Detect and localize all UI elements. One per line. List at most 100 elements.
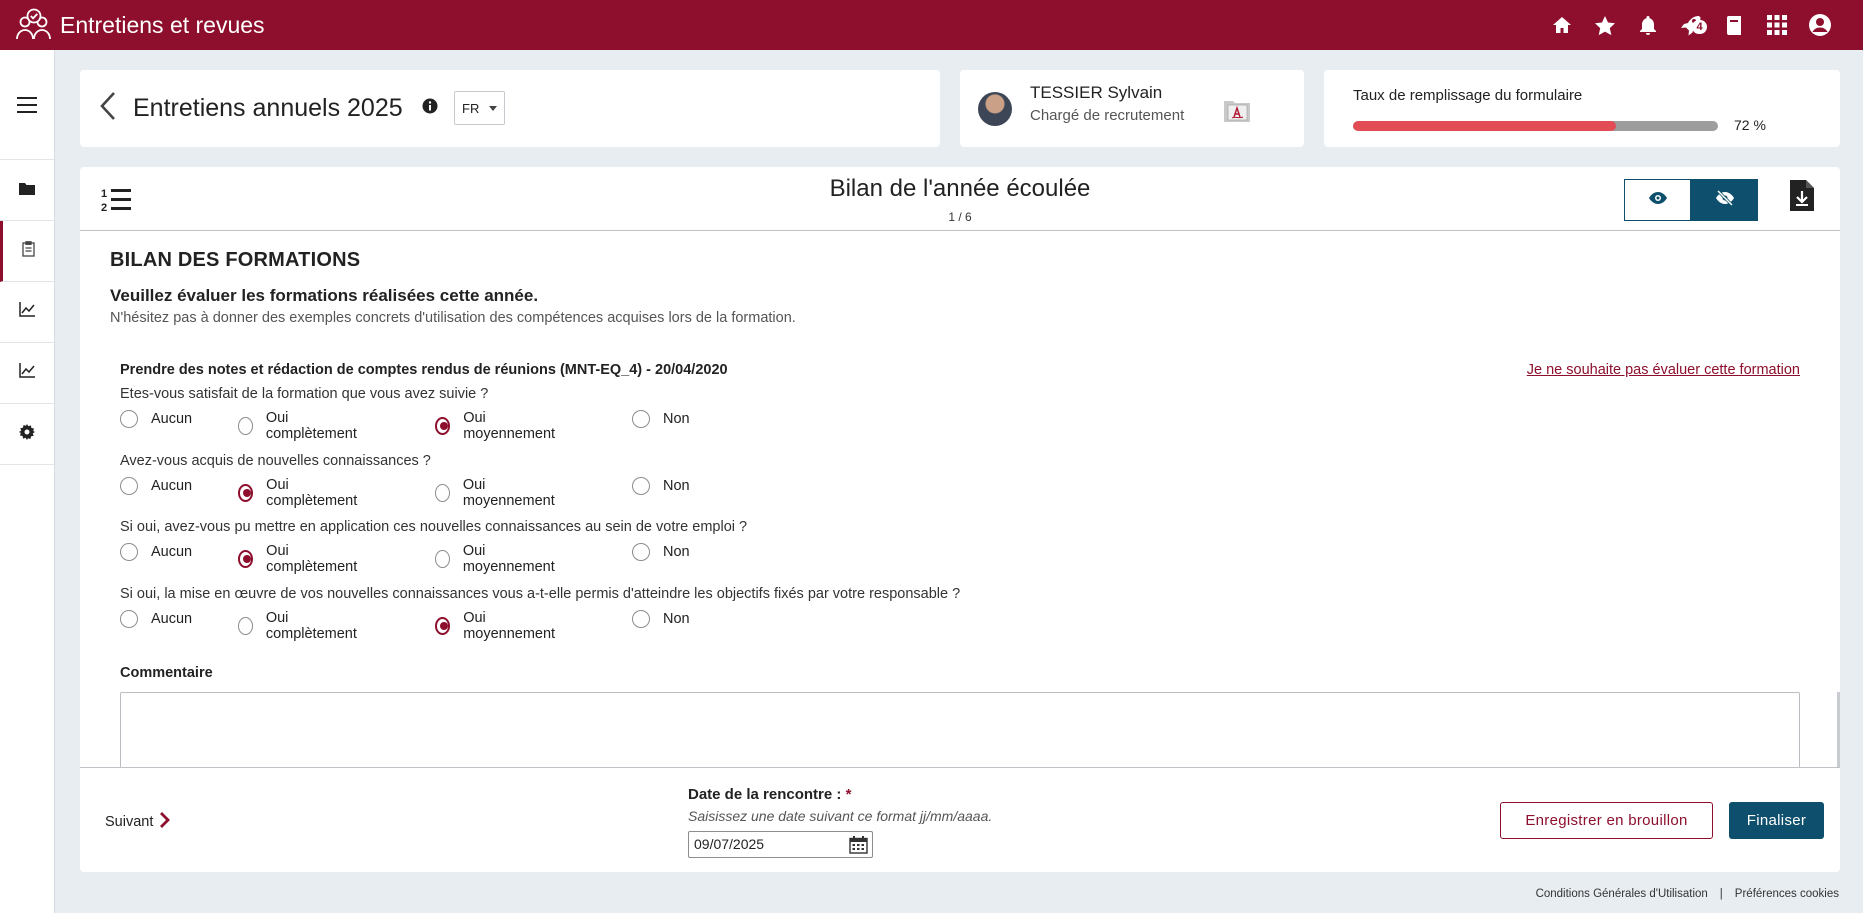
radio-option[interactable]: Oui moyennement: [435, 477, 558, 509]
radio-option[interactable]: Aucun: [120, 543, 192, 561]
radio-button[interactable]: [120, 477, 138, 495]
chart-icon: [19, 363, 35, 383]
apps-grid-icon[interactable]: [1755, 0, 1798, 50]
radio-label: Non: [663, 544, 690, 560]
radio-button[interactable]: [632, 477, 650, 495]
employee-role: Chargé de recrutement: [1030, 107, 1185, 124]
radio-label: Oui complètement: [266, 543, 358, 575]
radio-label: Oui moyennement: [463, 610, 556, 642]
radio-option[interactable]: Aucun: [120, 410, 192, 428]
language-select[interactable]: FR: [454, 91, 505, 125]
hide-view-button[interactable]: [1691, 179, 1758, 221]
sidebar-item-reports[interactable]: [0, 343, 54, 404]
progress-label: Taux de remplissage du formulaire: [1353, 87, 1583, 104]
terms-link[interactable]: Conditions Générales d'Utilisation: [1536, 888, 1708, 900]
bell-icon[interactable]: [1626, 0, 1669, 50]
meeting-date-input[interactable]: 09/07/2025: [688, 831, 873, 858]
radio-button[interactable]: [435, 617, 451, 635]
menu-icon[interactable]: [0, 50, 54, 160]
progress-value: 72 %: [1734, 117, 1766, 133]
radio-option[interactable]: Aucun: [120, 610, 192, 628]
app-title: Entretiens et revues: [60, 11, 265, 38]
required-marker: *: [845, 786, 852, 803]
form-panel: 1 2 Bilan de l'année écoulée 1 / 6 BILAN…: [80, 167, 1840, 872]
radio-label: Oui moyennement: [462, 477, 555, 509]
radio-option[interactable]: Oui moyennement: [435, 410, 558, 442]
interview-title-card: Entretiens annuels 2025 FR: [80, 70, 940, 147]
radio-option[interactable]: Oui complètement: [238, 543, 360, 575]
employee-name: TESSIER Sylvain: [1030, 83, 1163, 102]
radio-option[interactable]: Aucun: [120, 477, 192, 495]
show-view-button[interactable]: [1624, 179, 1691, 221]
radio-button[interactable]: [238, 484, 254, 502]
app-logo-icon[interactable]: [12, 5, 56, 45]
radio-button[interactable]: [238, 617, 253, 635]
block-title: BILAN DES FORMATIONS: [110, 249, 361, 271]
home-icon[interactable]: [1540, 0, 1583, 50]
sidebar-item-form[interactable]: [0, 221, 54, 282]
save-draft-button[interactable]: Enregistrer en brouillon: [1500, 802, 1713, 839]
radio-button[interactable]: [435, 417, 451, 435]
employee-card: TESSIER Sylvain Chargé de recrutement: [960, 70, 1304, 147]
radio-button[interactable]: [120, 610, 138, 628]
radio-label: Aucun: [151, 478, 193, 494]
radio-label: Oui moyennement: [463, 410, 556, 442]
radio-option[interactable]: Oui complètement: [238, 410, 360, 442]
form-progress-card: Taux de remplissage du formulaire 72 %: [1324, 70, 1840, 147]
radio-button[interactable]: [120, 410, 138, 428]
radio-button[interactable]: [120, 543, 138, 561]
comment-textarea[interactable]: [120, 692, 1800, 767]
clipboard-icon: [22, 240, 35, 262]
radio-button[interactable]: [435, 550, 450, 568]
progress-fill: [1353, 121, 1616, 131]
back-button[interactable]: [94, 90, 122, 126]
radio-option[interactable]: Non: [632, 543, 690, 561]
question-text: Si oui, la mise en œuvre de vos nouvelle…: [120, 586, 961, 602]
chevron-down-icon: [489, 106, 497, 111]
radio-option[interactable]: Oui complètement: [238, 477, 360, 509]
eye-icon: [1648, 191, 1667, 209]
radio-button[interactable]: [632, 410, 650, 428]
radio-option[interactable]: Non: [632, 410, 690, 428]
radio-button[interactable]: [238, 550, 254, 568]
separator: |: [1719, 888, 1723, 900]
section-header: 1 2 Bilan de l'année écoulée 1 / 6: [80, 167, 1840, 231]
top-bar: Entretiens et revues 4: [0, 0, 1863, 50]
radio-option[interactable]: Oui moyennement: [435, 543, 558, 575]
rocket-icon[interactable]: 4: [1669, 0, 1712, 50]
radio-label: Oui complètement: [265, 410, 357, 442]
finalize-button[interactable]: Finaliser: [1729, 802, 1824, 839]
form-content[interactable]: BILAN DES FORMATIONS Veuillez évaluer le…: [80, 232, 1840, 767]
calendar-icon[interactable]: [849, 836, 868, 862]
radio-button[interactable]: [632, 543, 650, 561]
cookie-preferences-link[interactable]: Préférences cookies: [1735, 888, 1839, 900]
sidebar-item-settings[interactable]: [0, 404, 54, 465]
radio-option[interactable]: Oui complètement: [238, 610, 360, 642]
next-button[interactable]: Suivant: [105, 811, 171, 833]
radio-label: Aucun: [151, 611, 193, 627]
chevron-right-icon: [153, 811, 171, 833]
radio-option[interactable]: Oui moyennement: [435, 610, 558, 642]
avatar: [978, 92, 1012, 126]
sidebar-item-stats[interactable]: [0, 282, 54, 343]
meeting-date-label: Date de la rencontre : *: [688, 786, 851, 803]
progress-bar: [1353, 121, 1718, 131]
radio-option[interactable]: Non: [632, 610, 690, 628]
next-label: Suivant: [105, 814, 154, 830]
question-text: Avez-vous acquis de nouvelles connaissan…: [120, 453, 431, 469]
info-icon[interactable]: [422, 98, 438, 119]
radio-button[interactable]: [435, 484, 450, 502]
form-footer: Suivant Date de la rencontre : * Saisiss…: [80, 767, 1840, 872]
download-document-icon[interactable]: [1790, 180, 1814, 216]
sidebar-item-folder[interactable]: [0, 160, 54, 221]
eye-slash-icon: [1715, 189, 1735, 211]
user-circle-icon[interactable]: [1798, 0, 1841, 50]
radio-button[interactable]: [238, 417, 253, 435]
skip-evaluation-link[interactable]: Je ne souhaite pas évaluer cette formati…: [1527, 362, 1800, 378]
scrollbar[interactable]: [1837, 692, 1840, 767]
radio-option[interactable]: Non: [632, 477, 690, 495]
star-icon[interactable]: [1583, 0, 1626, 50]
book-icon[interactable]: [1712, 0, 1755, 50]
document-signature-icon[interactable]: [1221, 97, 1253, 128]
radio-button[interactable]: [632, 610, 650, 628]
